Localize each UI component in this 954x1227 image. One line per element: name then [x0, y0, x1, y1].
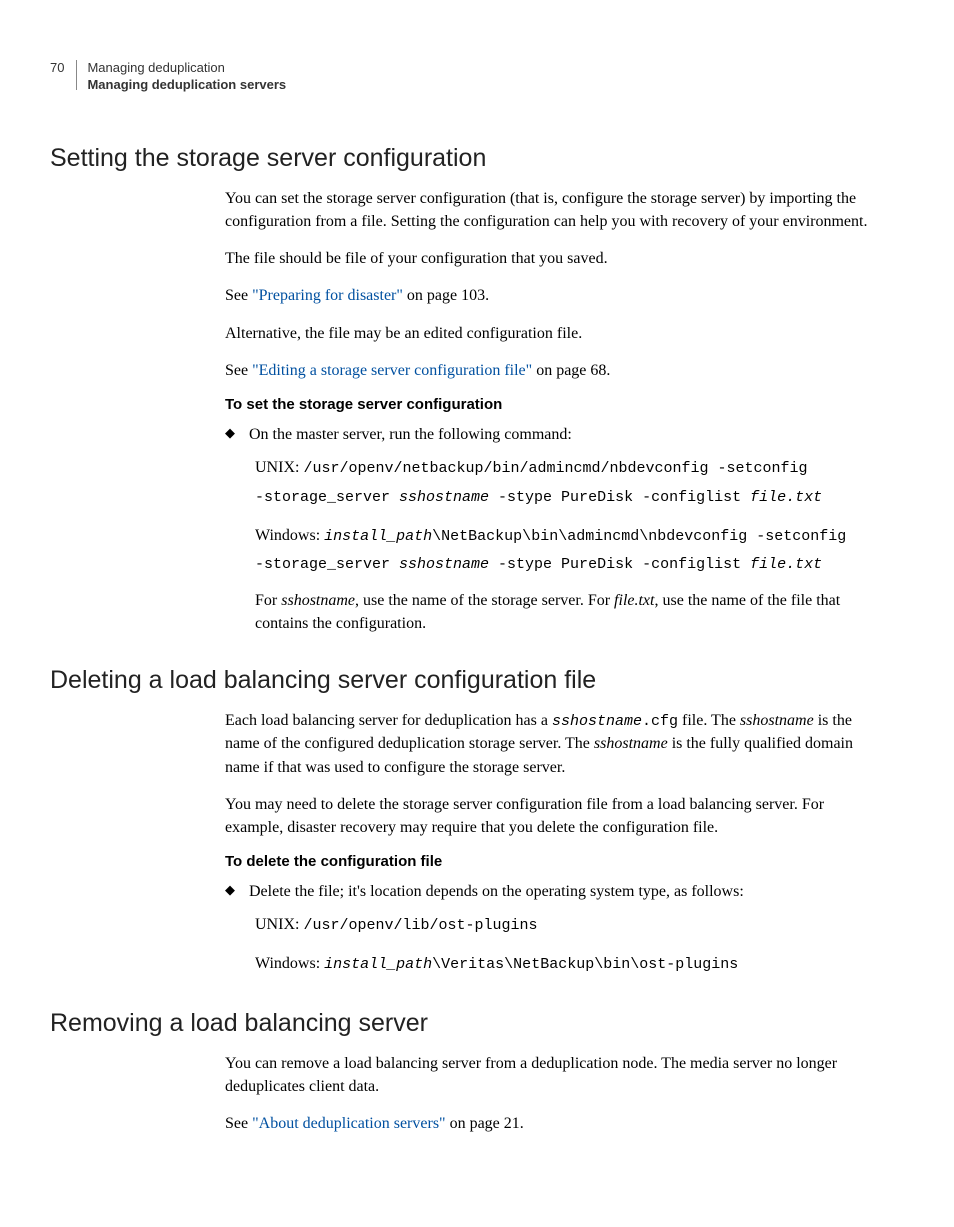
- s1-note-b: , use the name of the storage server. Fo…: [355, 592, 614, 609]
- s2-bullet-row: ◆ Delete the file; it's location depends…: [225, 880, 874, 903]
- s3-p2: See "About deduplication servers" on pag…: [225, 1112, 874, 1135]
- s1-procedure-title: To set the storage server configuration: [225, 396, 874, 413]
- link-editing-config-file[interactable]: "Editing a storage server configuration …: [252, 362, 532, 379]
- s1-p5-prefix: See: [225, 362, 252, 379]
- s1-unix-cmd-a: /usr/openv/netbackup/bin/admincmd/nbdevc…: [303, 460, 807, 477]
- header-divider: [76, 60, 77, 90]
- s1-p3: See "Preparing for disaster" on page 103…: [225, 284, 874, 307]
- page-number: 70: [50, 60, 64, 77]
- section2-body: Each load balancing server for deduplica…: [225, 709, 874, 979]
- s1-note-a: For: [255, 592, 281, 609]
- s1-p1: You can set the storage server configura…: [225, 187, 874, 233]
- link-about-dedup-servers[interactable]: "About deduplication servers": [252, 1115, 445, 1132]
- s1-unix-cmd-filetxt: file.txt: [750, 489, 822, 506]
- s2-win-install-path: install_path: [324, 956, 432, 973]
- unix-label: UNIX:: [255, 459, 303, 476]
- s1-unix-block: UNIX: /usr/openv/netbackup/bin/admincmd/…: [255, 454, 874, 512]
- s1-p2: The file should be file of your configur…: [225, 247, 874, 270]
- s1-p3-suffix: on page 103.: [403, 287, 489, 304]
- s2-procedure-title: To delete the configuration file: [225, 853, 874, 870]
- s2-bullet-text: Delete the file; it's location depends o…: [249, 880, 874, 903]
- s2-p1: Each load balancing server for deduplica…: [225, 709, 874, 779]
- section-title-setting: Setting the storage server configuration: [50, 144, 874, 173]
- bullet-icon: ◆: [225, 880, 249, 903]
- s3-p2-prefix: See: [225, 1115, 252, 1132]
- s2-unix-cmd: /usr/openv/lib/ost-plugins: [303, 917, 537, 934]
- s1-win-cmd-b2: -stype PureDisk -configlist: [489, 556, 750, 573]
- s1-note: For sshostname, use the name of the stor…: [255, 589, 874, 635]
- section1-body: You can set the storage server configura…: [225, 187, 874, 636]
- s2-p1-i2: sshostname: [594, 735, 668, 752]
- s1-bullet-row: ◆ On the master server, run the followin…: [225, 423, 874, 446]
- s3-p2-suffix: on page 21.: [446, 1115, 524, 1132]
- s2-p1-a: Each load balancing server for deduplica…: [225, 712, 552, 729]
- s1-win-block: Windows: install_path\NetBackup\bin\admi…: [255, 522, 874, 580]
- s1-win-cmd-filetxt: file.txt: [750, 556, 822, 573]
- s1-win-install-path: install_path: [324, 528, 432, 545]
- s2-p1-code2: .cfg: [642, 713, 678, 730]
- s3-p1: You can remove a load balancing server f…: [225, 1052, 874, 1098]
- link-preparing-disaster[interactable]: "Preparing for disaster": [252, 287, 403, 304]
- page-container: 70 Managing deduplication Managing dedup…: [0, 0, 954, 1210]
- s2-win-block: Windows: install_path\Veritas\NetBackup\…: [255, 950, 874, 979]
- s2-p1-b: file. The: [678, 712, 740, 729]
- s1-p4: Alternative, the file may be an edited c…: [225, 322, 874, 345]
- section-title-removing: Removing a load balancing server: [50, 1009, 874, 1038]
- s1-note-i1: sshostname: [281, 592, 355, 609]
- section3-body: You can remove a load balancing server f…: [225, 1052, 874, 1136]
- s1-unix-cmd-b2: -stype PureDisk -configlist: [489, 489, 750, 506]
- header-section: Managing deduplication servers: [87, 77, 286, 94]
- win-label: Windows:: [255, 527, 324, 544]
- s1-unix-cmd-b1: -storage_server: [255, 489, 399, 506]
- unix-label: UNIX:: [255, 916, 303, 933]
- s1-p5-suffix: on page 68.: [532, 362, 610, 379]
- s1-win-cmd-b1: -storage_server: [255, 556, 399, 573]
- section-title-deleting: Deleting a load balancing server configu…: [50, 666, 874, 695]
- s1-p5: See "Editing a storage server configurat…: [225, 359, 874, 382]
- page-header: 70 Managing deduplication Managing dedup…: [50, 60, 874, 94]
- s2-p1-code: sshostname: [552, 713, 642, 730]
- win-label: Windows:: [255, 955, 324, 972]
- s2-p1-i1: sshostname: [740, 712, 814, 729]
- s1-unix-cmd-sshostname: sshostname: [399, 489, 489, 506]
- s2-p2: You may need to delete the storage serve…: [225, 793, 874, 839]
- s1-p3-prefix: See: [225, 287, 252, 304]
- header-text: Managing deduplication Managing deduplic…: [87, 60, 286, 94]
- bullet-icon: ◆: [225, 423, 249, 446]
- s2-unix-block: UNIX: /usr/openv/lib/ost-plugins: [255, 911, 874, 940]
- s1-note-i2: file.txt: [614, 592, 654, 609]
- s1-bullet-text: On the master server, run the following …: [249, 423, 874, 446]
- header-chapter: Managing deduplication: [87, 60, 286, 77]
- s1-win-cmd-a: \NetBackup\bin\admincmd\nbdevconfig -set…: [432, 528, 846, 545]
- s2-win-cmd: \Veritas\NetBackup\bin\ost-plugins: [432, 956, 738, 973]
- s1-win-cmd-sshostname: sshostname: [399, 556, 489, 573]
